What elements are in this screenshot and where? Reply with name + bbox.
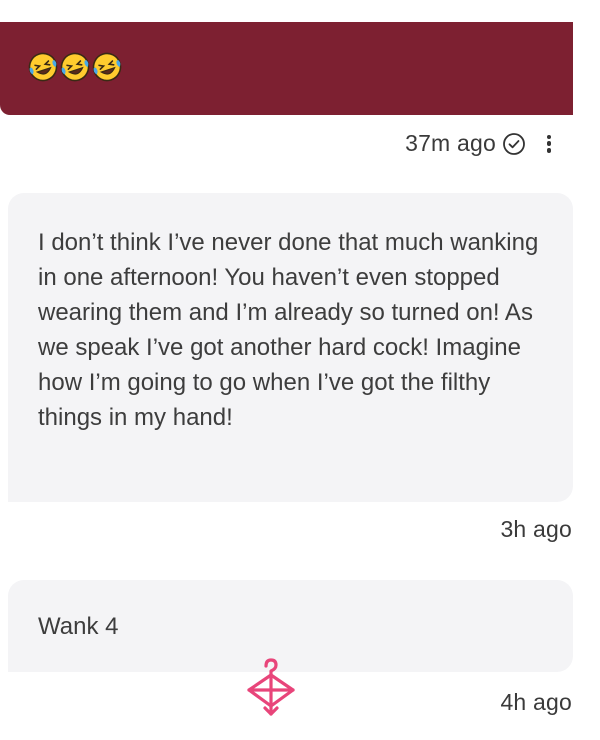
more-options-icon[interactable] — [546, 134, 552, 153]
rofl-emoji-icon — [28, 52, 58, 82]
received-message-meta: 4h ago — [500, 689, 572, 716]
message-text: Wank 4 — [38, 613, 119, 640]
sent-timestamp: 37m ago — [405, 130, 496, 156]
sent-message-meta: 37m ago — [405, 130, 552, 157]
emoji-row — [28, 52, 122, 82]
sent-message-bubble — [0, 22, 573, 115]
received-timestamp: 3h ago — [500, 516, 572, 542]
received-message-meta: 3h ago — [500, 516, 572, 543]
received-timestamp: 4h ago — [500, 689, 572, 715]
rofl-emoji-icon — [60, 52, 90, 82]
hanger-bow-logo-icon — [247, 658, 295, 716]
rofl-emoji-icon — [92, 52, 122, 82]
check-circle-icon — [503, 132, 525, 155]
received-message-bubble: I don’t think I’ve never done that much … — [8, 193, 573, 502]
message-text: I don’t think I’ve never done that much … — [38, 229, 539, 431]
chat-thread: 37m ago I don’t think I’ve never done th… — [0, 0, 600, 740]
